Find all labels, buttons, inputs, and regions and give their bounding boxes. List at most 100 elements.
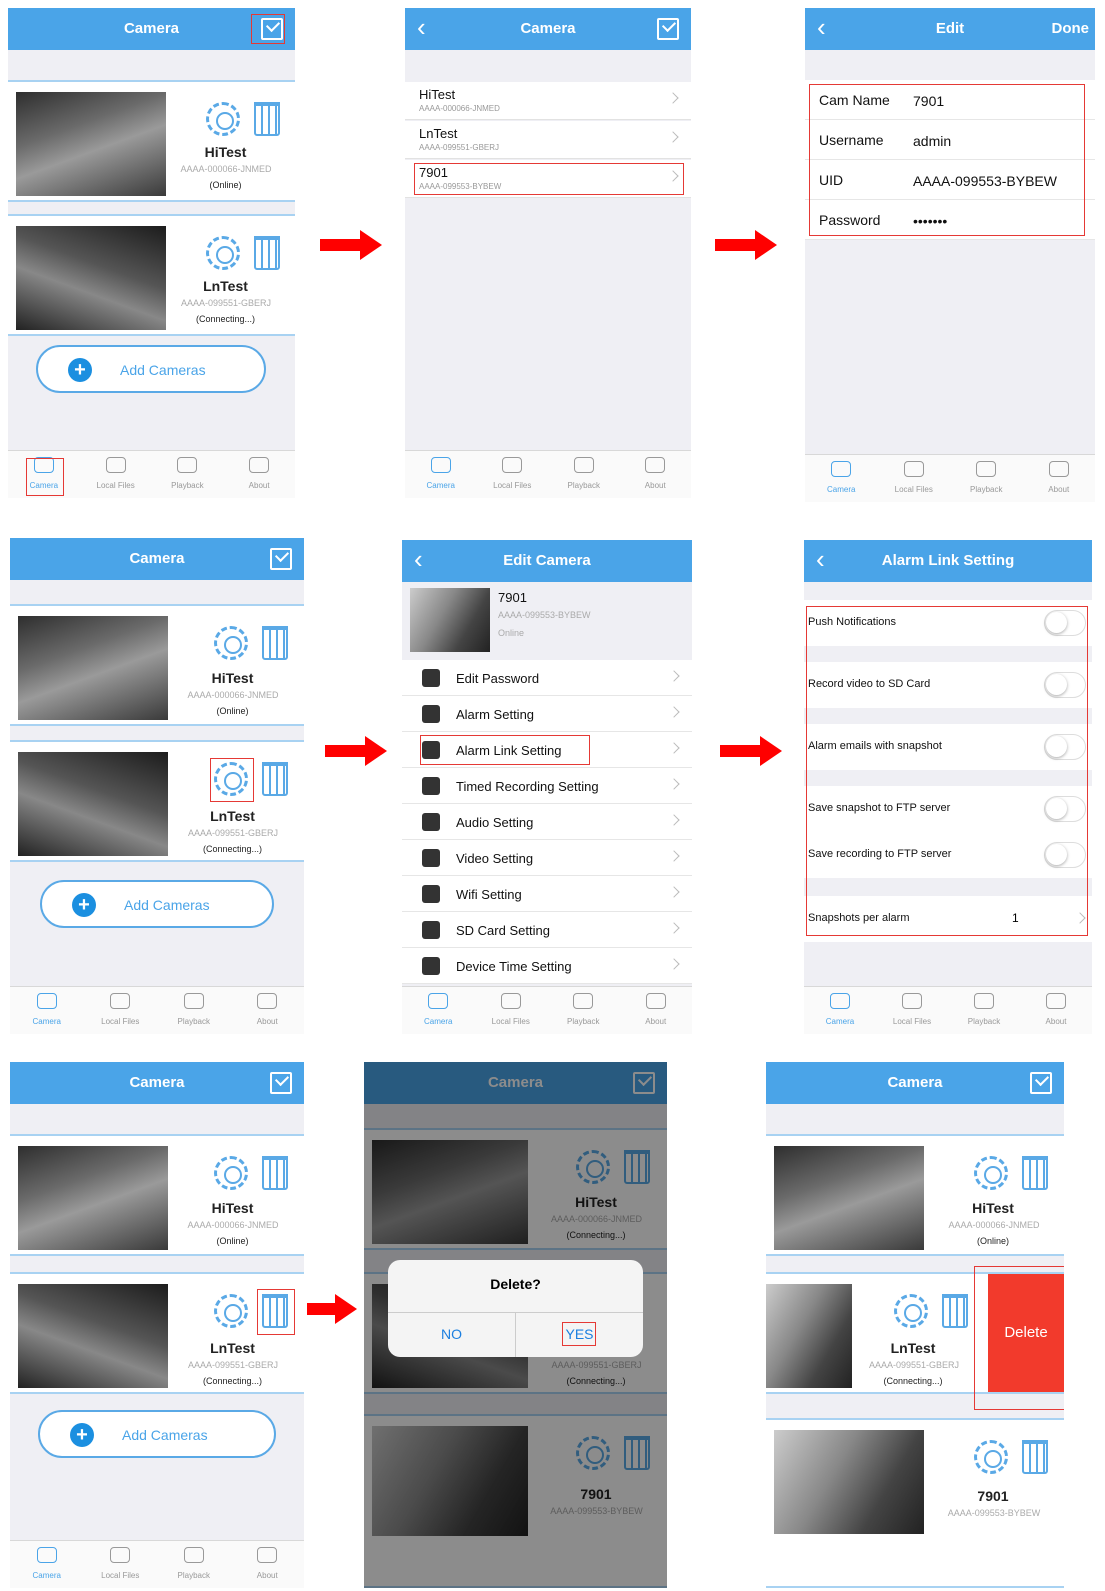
dialog-title: Delete? <box>490 1276 541 1292</box>
edit-checkbox-icon[interactable] <box>1030 1072 1052 1094</box>
camera-card-hitest[interactable]: HiTest AAAA-000066-JNMED (Online) <box>766 1134 1064 1256</box>
tab-local-files[interactable]: Local Files <box>878 461 951 494</box>
tab-about[interactable]: About <box>620 993 693 1026</box>
edit-checkbox-icon[interactable] <box>657 18 679 40</box>
chevron-right-icon <box>668 958 680 970</box>
tab-playback[interactable]: Playback <box>950 461 1023 494</box>
menu-timed-recording[interactable]: Timed Recording Setting <box>402 768 692 804</box>
tab-about[interactable]: About <box>620 457 692 490</box>
edit-checkbox-icon[interactable] <box>270 1072 292 1094</box>
tab-local-files[interactable]: Local Files <box>876 993 948 1026</box>
no-button[interactable]: NO <box>388 1326 515 1342</box>
tab-about[interactable]: About <box>223 457 295 490</box>
trash-icon[interactable] <box>254 102 280 136</box>
tab-playback[interactable]: Playback <box>152 457 224 490</box>
camera-card-7901[interactable]: 7901 AAAA-099553-BYBEW <box>766 1418 1064 1588</box>
gear-icon[interactable] <box>214 626 248 660</box>
tab-camera[interactable]: Camera <box>10 993 84 1026</box>
menu-video-setting[interactable]: Video Setting <box>402 840 692 876</box>
tab-label: Playback <box>970 485 1003 494</box>
tab-label: About <box>644 481 666 490</box>
menu-sd-card-setting[interactable]: SD Card Setting <box>402 912 692 948</box>
tab-playback[interactable]: Playback <box>948 993 1020 1026</box>
tab-bar: Camera Local Files Playback About <box>804 986 1092 1034</box>
camera-card-lntest[interactable]: LnTest AAAA-099551-GBERJ (Connecting...) <box>10 740 304 862</box>
done-button[interactable]: Done <box>1052 20 1090 37</box>
tab-local-files[interactable]: Local Files <box>80 457 152 490</box>
tab-about[interactable]: About <box>1023 461 1096 494</box>
camera-uid: AAAA-099551-GBERJ <box>187 1360 279 1370</box>
trash-icon[interactable] <box>254 236 280 270</box>
camera-card-hitest[interactable]: HiTest AAAA-000066-JNMED (Online) <box>10 1134 304 1256</box>
camera-thumbnail <box>16 92 166 196</box>
tab-playback[interactable]: Playback <box>547 993 620 1026</box>
tab-local-files[interactable]: Local Files <box>84 993 158 1026</box>
menu-wifi-setting[interactable]: Wifi Setting <box>402 876 692 912</box>
camera-uid: AAAA-099551-GBERJ <box>868 1360 960 1370</box>
film-icon <box>976 461 997 477</box>
tab-local-files[interactable]: Local Files <box>477 457 549 490</box>
trash-icon[interactable] <box>1022 1156 1048 1190</box>
menu-edit-password[interactable]: Edit Password <box>402 660 692 696</box>
gear-icon[interactable] <box>974 1440 1008 1474</box>
camera-card-hitest[interactable]: HiTest AAAA-000066-JNMED (Online) <box>8 80 295 202</box>
trash-icon[interactable] <box>942 1294 968 1328</box>
camera-uid: AAAA-099551-GBERJ <box>187 828 279 838</box>
camera-row-hitest[interactable]: HiTest AAAA-000066-JNMED <box>405 82 691 120</box>
tab-playback[interactable]: Playback <box>157 1547 231 1580</box>
camera-status: (Online) <box>209 180 242 190</box>
screen-alarm-link-setting: ‹ Alarm Link Setting Push Notifications … <box>804 540 1092 1034</box>
tab-label: Camera <box>827 485 856 494</box>
tab-camera[interactable]: Camera <box>805 461 878 494</box>
tab-camera[interactable]: Camera <box>405 457 477 490</box>
gear-icon[interactable] <box>206 236 240 270</box>
tab-playback[interactable]: Playback <box>548 457 620 490</box>
tab-camera[interactable]: Camera <box>10 1547 84 1580</box>
add-cameras-button[interactable]: + Add Cameras <box>38 1410 276 1458</box>
bell-icon <box>422 705 440 723</box>
menu-audio-setting[interactable]: Audio Setting <box>402 804 692 840</box>
trash-icon[interactable] <box>262 1156 288 1190</box>
tab-camera[interactable]: Camera <box>402 993 475 1026</box>
tab-about[interactable]: About <box>1020 993 1092 1026</box>
arrow-right-icon <box>720 736 782 766</box>
camera-thumbnail <box>18 752 168 856</box>
tab-camera[interactable]: Camera <box>804 993 876 1026</box>
about-icon <box>249 457 270 473</box>
tab-local-files[interactable]: Local Files <box>84 1547 158 1580</box>
tab-bar: Camera Local Files Playback About <box>10 1540 304 1588</box>
menu-label: Device Time Setting <box>456 959 572 974</box>
tab-playback[interactable]: Playback <box>157 993 231 1026</box>
trash-icon[interactable] <box>262 762 288 796</box>
camera-card-lntest[interactable]: LnTest AAAA-099551-GBERJ (Connecting...) <box>8 214 295 336</box>
tab-about[interactable]: About <box>231 1547 305 1580</box>
gear-icon[interactable] <box>894 1294 928 1328</box>
trash-icon[interactable] <box>262 626 288 660</box>
tab-label: Playback <box>177 1571 210 1580</box>
menu-alarm-setting[interactable]: Alarm Setting <box>402 696 692 732</box>
tab-about[interactable]: About <box>231 993 305 1026</box>
nav-title: Camera <box>520 20 576 37</box>
gear-icon[interactable] <box>206 102 240 136</box>
edit-checkbox-icon[interactable] <box>270 548 292 570</box>
tab-local-files[interactable]: Local Files <box>475 993 548 1026</box>
camera-row-lntest[interactable]: LnTest AAAA-099551-GBERJ <box>405 121 691 159</box>
add-cameras-button[interactable]: + Add Cameras <box>36 345 266 393</box>
gear-icon[interactable] <box>974 1156 1008 1190</box>
menu-device-time[interactable]: Device Time Setting <box>402 948 692 984</box>
image-icon <box>110 993 131 1009</box>
gear-icon[interactable] <box>214 1294 248 1328</box>
arrow-right-icon <box>325 736 387 766</box>
image-icon <box>500 993 521 1009</box>
trash-icon[interactable] <box>1022 1440 1048 1474</box>
menu-label: Alarm Setting <box>456 707 535 722</box>
camera-card-lntest[interactable]: LnTest AAAA-099551-GBERJ (Connecting...) <box>10 1272 304 1394</box>
highlight-box <box>974 1266 1064 1410</box>
gear-icon[interactable] <box>214 1156 248 1190</box>
add-cameras-button[interactable]: + Add Cameras <box>40 880 274 928</box>
image-icon <box>502 457 523 473</box>
tab-label: Playback <box>567 1017 600 1026</box>
row-name: HiTest <box>419 87 456 102</box>
tab-label: Local Files <box>894 485 933 494</box>
camera-card-hitest[interactable]: HiTest AAAA-000066-JNMED (Online) <box>10 604 304 726</box>
